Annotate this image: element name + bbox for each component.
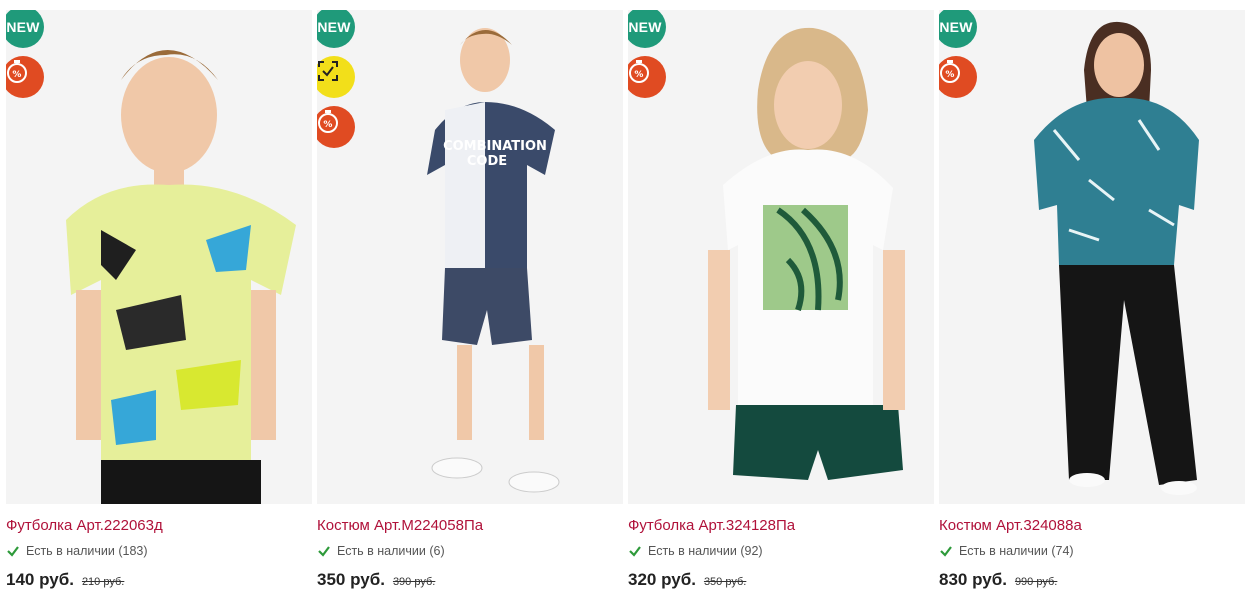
svg-text:%: %: [12, 70, 21, 80]
woman-tshirt-photo: [628, 10, 934, 504]
check-icon: [940, 546, 952, 557]
product-title-link[interactable]: Костюм Арт.324088а: [939, 517, 1082, 534]
current-price: 140 руб.: [6, 570, 74, 589]
svg-text:CODE: CODE: [467, 154, 507, 169]
stock-text: Есть в наличии (6): [337, 544, 445, 558]
old-price: 350 руб.: [703, 576, 747, 588]
old-price: 390 руб.: [392, 576, 436, 588]
new-badge-label: NEW: [939, 19, 973, 35]
svg-text:%: %: [323, 120, 332, 130]
product-title-link[interactable]: Футболка Арт.222063д: [6, 517, 163, 534]
product-card[interactable]: NEW % Футболка Арт.222063д Есть в наличи…: [0, 0, 312, 595]
price-block: 830 руб. 990 руб.: [939, 570, 1057, 590]
new-badge-label: NEW: [628, 19, 662, 35]
check-icon: [7, 546, 19, 557]
price-block: 350 руб. 390 руб.: [317, 570, 435, 590]
product-photo[interactable]: NEW %: [6, 10, 312, 504]
stock-text: Есть в наличии (183): [26, 544, 148, 558]
stock-text: Есть в наличии (74): [959, 544, 1074, 558]
woman-suit-photo: [939, 10, 1245, 504]
stock-status: Есть в наличии (74): [939, 544, 1074, 558]
product-photo[interactable]: NEW %: [628, 10, 934, 504]
new-badge-label: NEW: [317, 19, 351, 35]
boy-suit-photo: COMBINATION CODE: [317, 10, 623, 504]
price-block: 140 руб. 210 руб.: [6, 570, 124, 590]
check-icon: [629, 546, 641, 557]
stock-status: Есть в наличии (183): [6, 544, 148, 558]
stock-status: Есть в наличии (92): [628, 544, 763, 558]
product-title-link[interactable]: Костюм Арт.М224058Па: [317, 517, 483, 534]
product-card[interactable]: NEW % Футболка Арт.324128Па Есть в налич…: [622, 0, 934, 595]
svg-text:COMBINATION: COMBINATION: [443, 139, 547, 154]
svg-text:%: %: [634, 70, 643, 80]
product-photo[interactable]: NEW %: [939, 10, 1245, 504]
boy-tshirt-photo: [6, 10, 312, 504]
svg-text:%: %: [945, 70, 954, 80]
check-icon: [318, 546, 330, 557]
stock-text: Есть в наличии (92): [648, 544, 763, 558]
old-price: 210 руб.: [81, 576, 125, 588]
stock-status: Есть в наличии (6): [317, 544, 445, 558]
price-block: 320 руб. 350 руб.: [628, 570, 746, 590]
product-card[interactable]: COMBINATION CODE NEW % Костюм Арт.М22405…: [311, 0, 623, 595]
product-photo[interactable]: COMBINATION CODE NEW %: [317, 10, 623, 504]
product-card[interactable]: NEW % Костюм Арт.324088а Есть в наличии …: [933, 0, 1245, 595]
new-badge-label: NEW: [6, 19, 40, 35]
current-price: 320 руб.: [628, 570, 696, 589]
old-price: 990 руб.: [1014, 576, 1058, 588]
current-price: 350 руб.: [317, 570, 385, 589]
product-grid: NEW % Футболка Арт.222063д Есть в наличи…: [0, 0, 1254, 595]
current-price: 830 руб.: [939, 570, 1007, 589]
product-title-link[interactable]: Футболка Арт.324128Па: [628, 517, 795, 534]
